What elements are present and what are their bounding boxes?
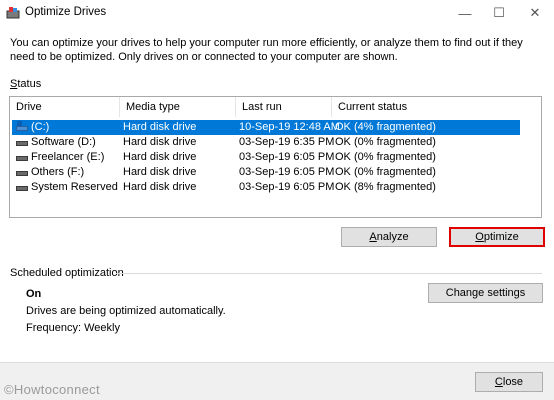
hard-drive-icon bbox=[16, 154, 28, 162]
drive-row[interactable]: Others (F:) Hard disk drive 03-Sep-19 6:… bbox=[12, 165, 520, 180]
drive-row[interactable]: Freelancer (E:) Hard disk drive 03-Sep-1… bbox=[12, 150, 520, 165]
title-bar: Optimize Drives — ☐ ✕ bbox=[0, 0, 554, 26]
drive-last-run: 03-Sep-19 6:35 PM bbox=[239, 136, 335, 148]
drive-media-type: Hard disk drive bbox=[123, 166, 197, 178]
section-divider bbox=[116, 273, 542, 274]
maximize-button[interactable]: ☐ bbox=[482, 0, 516, 26]
drive-list[interactable]: Drive Media type Last run Current status… bbox=[9, 96, 542, 218]
close-window-button[interactable]: ✕ bbox=[518, 0, 552, 26]
drive-media-type: Hard disk drive bbox=[123, 121, 197, 133]
drive-last-run: 03-Sep-19 6:05 PM bbox=[239, 151, 335, 163]
drive-list-header: Drive Media type Last run Current status bbox=[10, 97, 541, 117]
column-header-drive[interactable]: Drive bbox=[10, 97, 120, 117]
minimize-button[interactable]: — bbox=[448, 0, 482, 26]
drive-last-run: 10-Sep-19 12:48 AM bbox=[239, 121, 340, 133]
analyze-accel: A bbox=[369, 231, 377, 243]
column-header-media-type[interactable]: Media type bbox=[120, 97, 236, 117]
window-title: Optimize Drives bbox=[25, 6, 107, 18]
drive-name: Software (D:) bbox=[31, 136, 96, 148]
drive-row[interactable]: Software (D:) Hard disk drive 03-Sep-19 … bbox=[12, 135, 520, 150]
drive-name: System Reserved bbox=[31, 181, 118, 193]
optimize-rest: ptimize bbox=[483, 231, 519, 243]
status-section-label: Status bbox=[10, 78, 41, 90]
optimize-button[interactable]: Optimize bbox=[449, 227, 545, 247]
optimize-accel: O bbox=[475, 231, 484, 243]
hard-drive-icon bbox=[16, 139, 28, 147]
intro-text: You can optimize your drives to help you… bbox=[10, 37, 523, 63]
schedule-frequency: Frequency: Weekly bbox=[26, 322, 120, 334]
close-button[interactable]: Close bbox=[475, 372, 543, 392]
hard-drive-icon bbox=[16, 169, 28, 177]
drive-status: OK (0% fragmented) bbox=[335, 166, 436, 178]
drive-media-type: Hard disk drive bbox=[123, 136, 197, 148]
drive-last-run: 03-Sep-19 6:05 PM bbox=[239, 181, 335, 193]
analyze-button[interactable]: Analyze bbox=[341, 227, 437, 247]
column-header-last-run[interactable]: Last run bbox=[236, 97, 332, 117]
drive-row[interactable]: System Reserved Hard disk drive 03-Sep-1… bbox=[12, 180, 520, 195]
drive-name: (C:) bbox=[31, 121, 50, 133]
close-rest: lose bbox=[502, 376, 524, 388]
schedule-state: On bbox=[26, 288, 42, 300]
drive-status: OK (8% fragmented) bbox=[335, 181, 436, 193]
column-header-current-status[interactable]: Current status bbox=[332, 97, 541, 117]
drive-name: Others (F:) bbox=[31, 166, 85, 178]
watermark-text: ©Howtoconnect bbox=[4, 382, 100, 397]
change-settings-button[interactable]: Change settings bbox=[428, 283, 543, 303]
optimize-drives-window: Optimize Drives — ☐ ✕ You can optimize y… bbox=[0, 0, 554, 400]
system-drive-icon bbox=[16, 120, 28, 132]
status-label-rest: tatus bbox=[17, 78, 42, 90]
drive-media-type: Hard disk drive bbox=[123, 181, 197, 193]
drive-last-run: 03-Sep-19 6:05 PM bbox=[239, 166, 335, 178]
analyze-rest: nalyze bbox=[376, 231, 409, 243]
drive-status: OK (0% fragmented) bbox=[335, 136, 436, 148]
schedule-description: Drives are being optimized automatically… bbox=[26, 305, 226, 317]
scheduled-optimization-label: Scheduled optimization bbox=[10, 267, 124, 279]
drive-status: OK (4% fragmented) bbox=[335, 121, 436, 133]
drive-name: Freelancer (E:) bbox=[31, 151, 105, 163]
hard-drive-icon bbox=[16, 184, 28, 192]
drive-status: OK (0% fragmented) bbox=[335, 151, 436, 163]
close-accel: C bbox=[494, 376, 503, 388]
defrag-app-icon bbox=[6, 7, 20, 19]
drive-media-type: Hard disk drive bbox=[123, 151, 197, 163]
drive-row[interactable]: (C:) Hard disk drive 10-Sep-19 12:48 AM … bbox=[12, 120, 520, 135]
